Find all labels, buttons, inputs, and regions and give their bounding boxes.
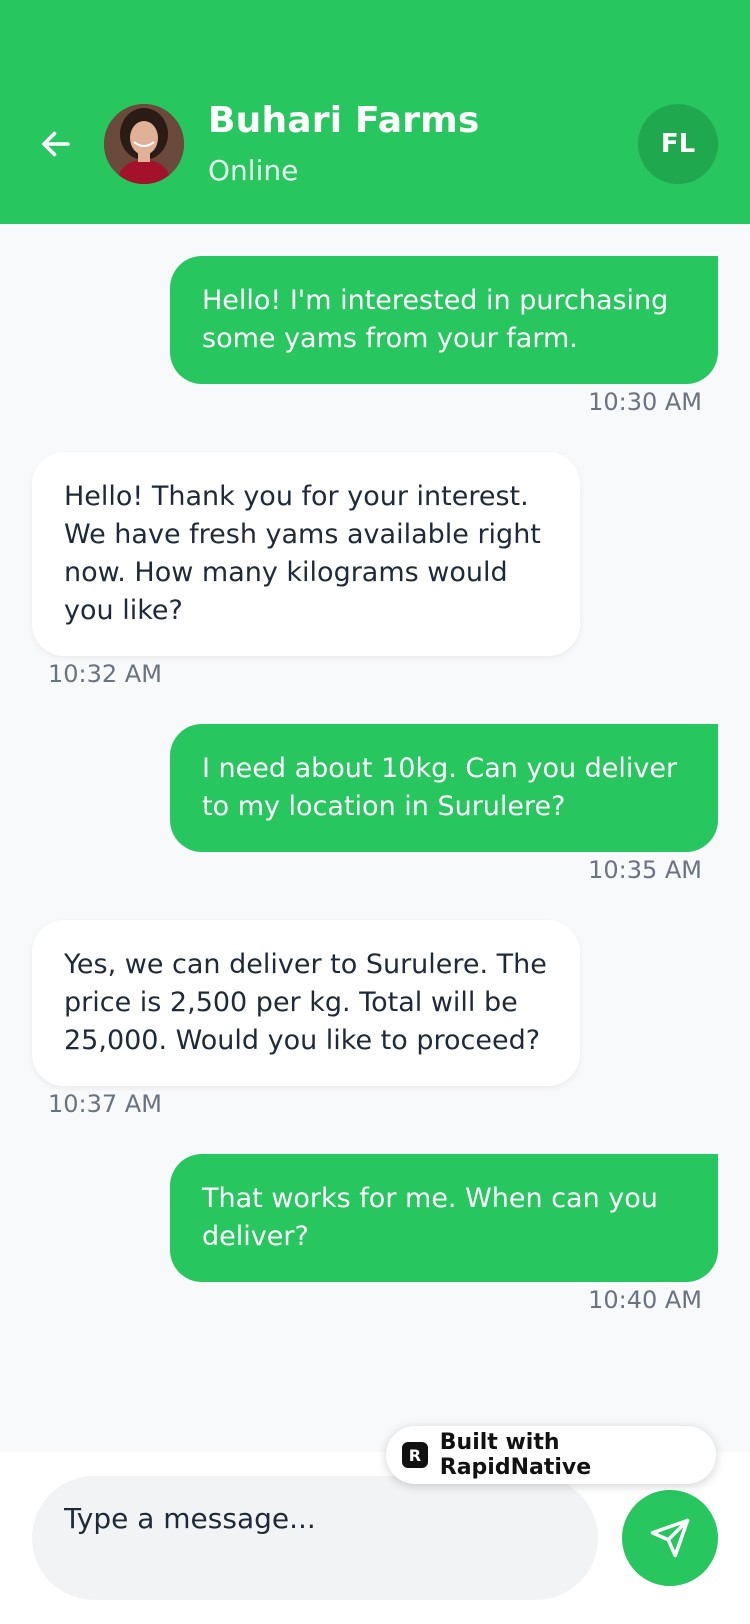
avatar-photo-icon xyxy=(104,104,184,184)
contact-name: Buhari Farms xyxy=(208,100,480,141)
user-initials-avatar[interactable]: FL xyxy=(638,104,718,184)
chat-header: Buhari Farms Online FL xyxy=(0,0,750,224)
send-button[interactable] xyxy=(622,1490,718,1586)
rapidnative-logo-icon: R xyxy=(402,1442,428,1468)
message-timestamp: 10:35 AM xyxy=(588,856,702,884)
message-timestamp: 10:32 AM xyxy=(48,660,162,688)
message-input[interactable] xyxy=(32,1476,598,1600)
message-text: That works for me. When can you deliver? xyxy=(202,1183,658,1252)
arrow-left-icon xyxy=(42,131,70,157)
chat-screen: Buhari Farms Online FL Hello! I'm intere… xyxy=(0,0,750,1624)
message-timestamp: 10:40 AM xyxy=(588,1286,702,1314)
message-bubble-outgoing: That works for me. When can you deliver? xyxy=(170,1154,718,1282)
message-timestamp: 10:30 AM xyxy=(588,388,702,416)
send-icon xyxy=(650,1518,690,1558)
message-text: Hello! I'm interested in purchasing some… xyxy=(202,285,669,354)
message-bubble-incoming: Yes, we can deliver to Surulere. The pri… xyxy=(32,920,580,1086)
contact-avatar[interactable] xyxy=(104,104,184,184)
message-text: I need about 10kg. Can you deliver to my… xyxy=(202,753,678,822)
built-with-label: Built with RapidNative xyxy=(439,1430,592,1480)
message-text: Yes, we can deliver to Surulere. The pri… xyxy=(64,949,547,1056)
back-button[interactable] xyxy=(36,124,76,164)
message-bubble-outgoing: I need about 10kg. Can you deliver to my… xyxy=(170,724,718,852)
message-timestamp: 10:37 AM xyxy=(48,1090,162,1118)
message-bubble-outgoing: Hello! I'm interested in purchasing some… xyxy=(170,256,718,384)
message-text: Hello! Thank you for your interest. We h… xyxy=(64,481,541,626)
built-with-badge[interactable]: R Built with RapidNative xyxy=(386,1426,716,1484)
contact-status: Online xyxy=(208,154,299,187)
message-bubble-incoming: Hello! Thank you for your interest. We h… xyxy=(32,452,580,656)
